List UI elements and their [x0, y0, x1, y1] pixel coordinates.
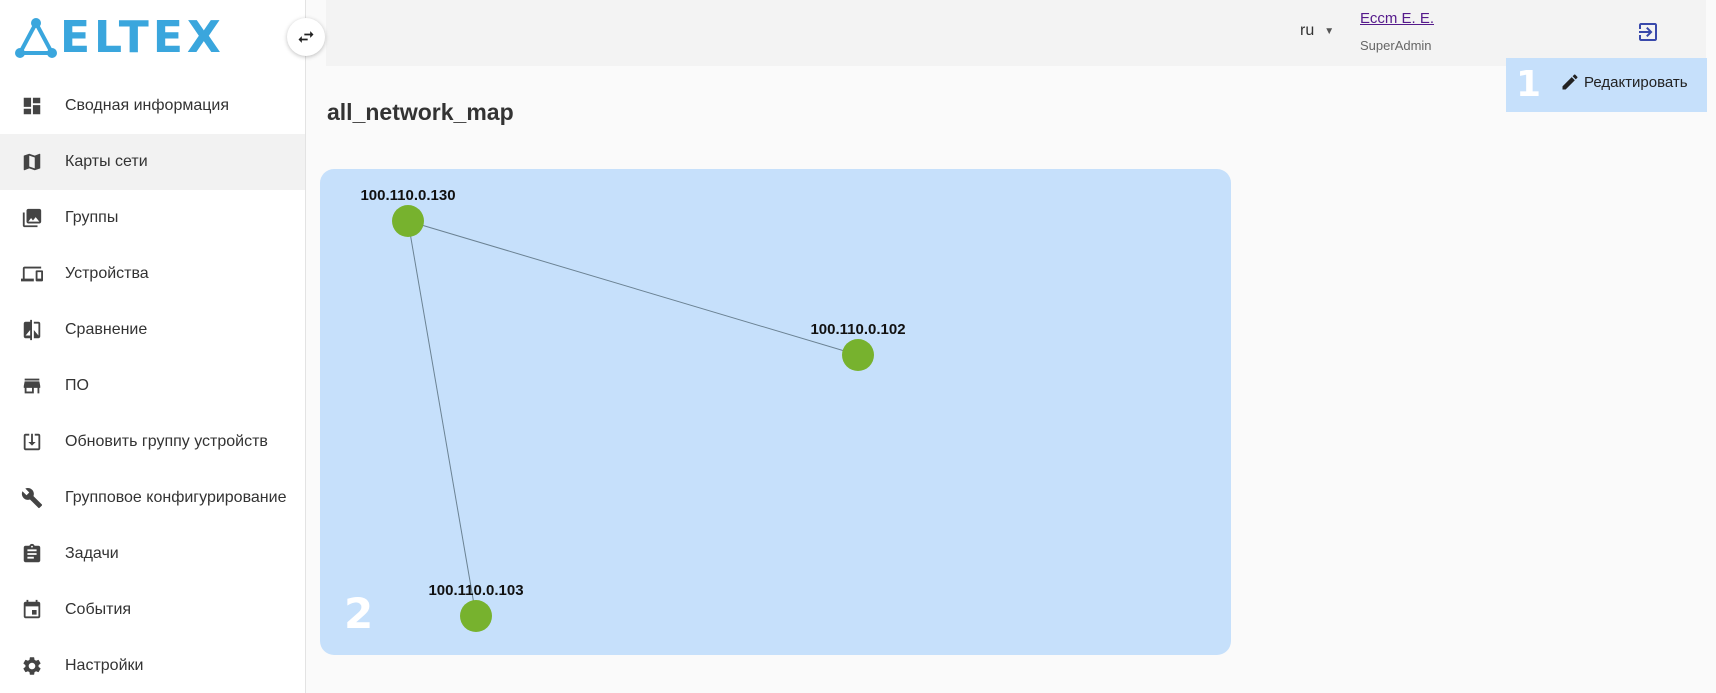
callout-number-2: 2 [344, 589, 374, 638]
sidebar-item-group-config[interactable]: Групповое конфигурирование [0, 470, 305, 526]
sidebar-item-label: Обновить группу устройств [65, 433, 268, 450]
network-node-label: 100.110.0.130 [360, 187, 455, 204]
pencil-icon [1562, 74, 1578, 90]
clipboard-icon [20, 542, 44, 566]
network-node-label: 100.110.0.103 [428, 582, 523, 599]
collapse-sidebar-button[interactable] [287, 18, 325, 56]
sidebar-item-devices[interactable]: Устройства [0, 246, 305, 302]
edit-callout: 1 Редактировать [1506, 58, 1707, 112]
sidebar-item-update-group[interactable]: Обновить группу устройств [0, 414, 305, 470]
wrench-icon [20, 486, 44, 510]
sidebar-item-label: События [65, 601, 132, 618]
edit-button-label: Редактировать [1584, 73, 1688, 91]
user-name-link[interactable]: Ессm E. E. [1360, 10, 1434, 27]
sidebar-item-software[interactable]: ПО [0, 358, 305, 414]
network-link [407, 220, 859, 356]
eltex-logo-icon [15, 18, 57, 58]
language-value: ru [1300, 22, 1315, 39]
page-title: all_network_map [327, 99, 514, 126]
sidebar-item-summary[interactable]: Сводная информация [0, 78, 305, 134]
sidebar-item-label: Настройки [65, 657, 144, 674]
sidebar-item-label: Группы [65, 209, 119, 226]
map-icon [20, 150, 44, 174]
network-map-canvas[interactable]: 100.110.0.130 100.110.0.102 100.110.0.103 … [320, 169, 1231, 655]
sidebar-item-label: Карты сети [65, 153, 148, 170]
callout-number-1: 1 [1516, 64, 1542, 105]
sidebar-item-label: Сводная информация [65, 97, 229, 114]
groups-icon [20, 206, 44, 230]
sidebar-item-label: Устройства [65, 265, 149, 282]
network-node-label: 100.110.0.102 [810, 321, 905, 338]
sidebar-item-settings[interactable]: Настройки [0, 638, 305, 693]
sidebar-item-label: ПО [65, 377, 89, 394]
network-node[interactable] [392, 205, 424, 237]
sidebar-item-compare[interactable]: Сравнение [0, 302, 305, 358]
compare-icon [20, 318, 44, 342]
logout-icon [1639, 23, 1657, 41]
sidebar-item-label: Сравнение [65, 321, 148, 338]
brand-name: ELTEX [60, 12, 225, 63]
store-icon [20, 374, 44, 398]
top-header: ru ▼ Ессm E. E. SuperAdmin [326, 0, 1706, 66]
network-link [407, 220, 477, 617]
network-node[interactable] [460, 600, 492, 632]
sidebar-item-label: Групповое конфигурирование [65, 489, 287, 506]
chevron-down-icon: ▼ [1324, 25, 1335, 37]
user-role: SuperAdmin [1360, 38, 1432, 53]
network-map-graph: 100.110.0.130 100.110.0.102 100.110.0.103 [360, 187, 906, 632]
sidebar-item-label: Задачи [65, 545, 119, 562]
swap-arrows-icon [298, 31, 314, 43]
sidebar-nav: Сводная информация Карты сети Группы Уст… [0, 78, 305, 693]
language-select[interactable]: ru ▼ [1300, 22, 1334, 40]
gear-icon [20, 654, 44, 678]
edit-button[interactable]: Редактировать [1560, 72, 1688, 92]
calendar-icon [20, 598, 44, 622]
logout-button[interactable] [1636, 20, 1662, 46]
sidebar-item-events[interactable]: События [0, 582, 305, 638]
eltex-logo[interactable]: ELTEX [14, 14, 225, 62]
sidebar: ELTEX Сводная информация Карты сети Груп… [0, 0, 306, 693]
sidebar-item-tasks[interactable]: Задачи [0, 526, 305, 582]
sidebar-item-groups[interactable]: Группы [0, 190, 305, 246]
sidebar-item-network-maps[interactable]: Карты сети [0, 134, 305, 190]
download-icon [20, 430, 44, 454]
dashboard-icon [20, 94, 44, 118]
app: ELTEX Сводная информация Карты сети Груп… [0, 0, 1716, 693]
network-node[interactable] [842, 339, 874, 371]
devices-icon [20, 262, 44, 286]
